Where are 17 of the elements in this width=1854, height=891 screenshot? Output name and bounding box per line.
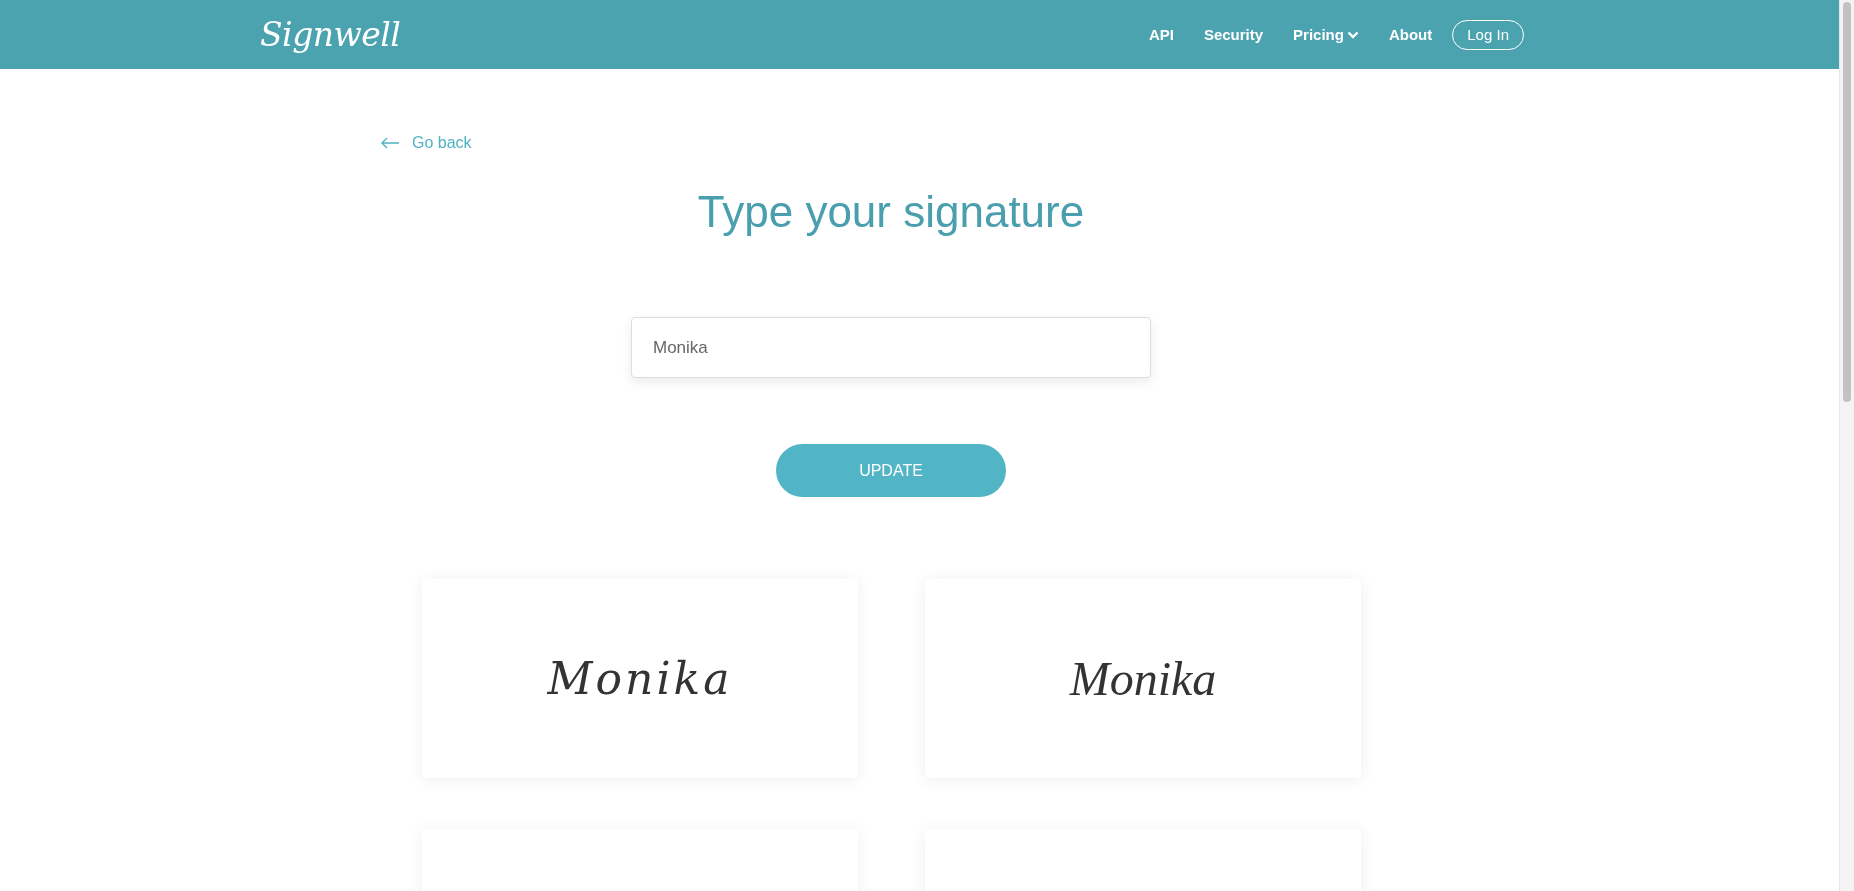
scrollbar[interactable] — [1839, 0, 1854, 891]
chevron-down-icon — [1346, 30, 1359, 39]
logo[interactable]: Signwell — [260, 15, 401, 54]
update-button[interactable]: UPDATE — [776, 444, 1006, 497]
name-input[interactable]: Monika — [631, 317, 1151, 378]
nav-link[interactable]: Pricing — [1293, 26, 1359, 43]
nav-link[interactable]: Security — [1203, 26, 1264, 43]
signature-card[interactable]: Monika — [925, 579, 1361, 778]
page-title: Type your signature — [696, 187, 1086, 237]
arrow-left-icon — [380, 137, 400, 149]
nav-link[interactable]: API — [1148, 26, 1174, 43]
signature-text: Monika — [1069, 651, 1217, 706]
signature-text: Monika — [547, 653, 733, 704]
scrollbar-thumb[interactable] — [1843, 2, 1851, 402]
nav-link[interactable]: About — [1388, 26, 1433, 43]
signature-card[interactable]: Monika — [422, 579, 858, 778]
back-link[interactable]: Go back — [380, 134, 472, 152]
